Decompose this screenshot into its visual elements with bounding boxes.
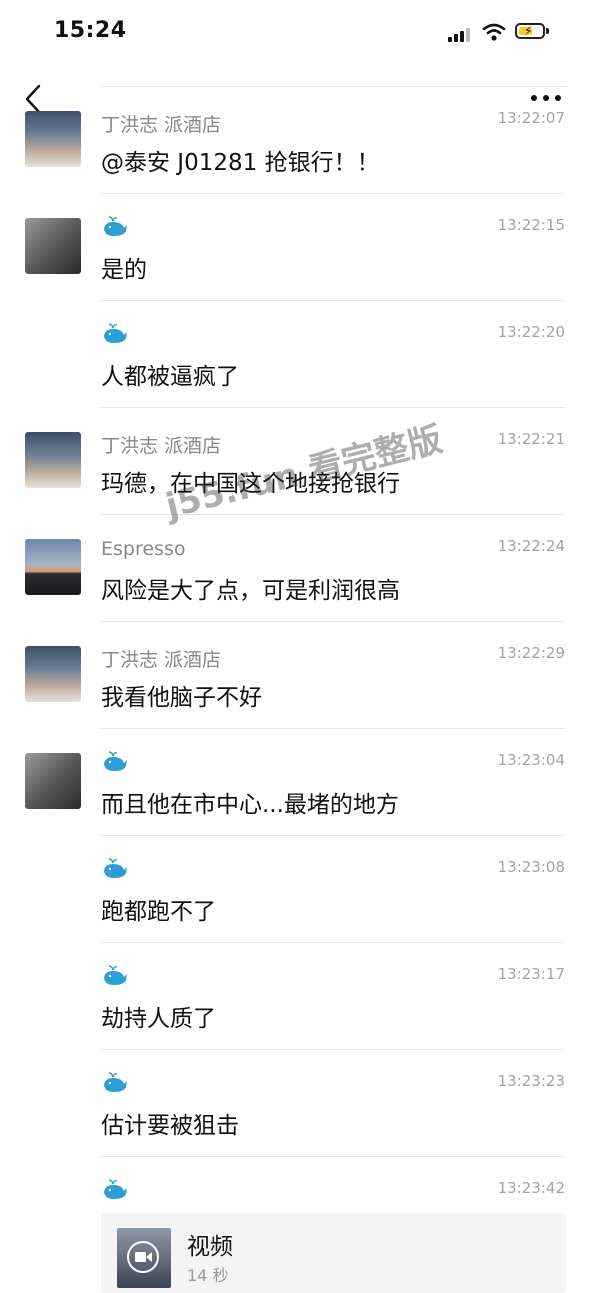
avatar[interactable] [25,432,81,488]
message-time: 13:22:21 [497,430,565,448]
message-time: 13:23:23 [497,1072,565,1090]
message-item[interactable]: Espresso 13:22:24 风险是大了点，可是利润很高 [0,515,591,622]
whale-emoji-icon [104,965,127,985]
message-item[interactable]: 丁洪志 派酒店 13:22:07 @泰安 J01281 抢银行！！ [0,87,591,194]
message-item[interactable]: 13:23:17 劫持人质了 [0,943,591,1050]
whale-emoji-icon [104,1179,127,1199]
message-text: 劫持人质了 [101,1006,216,1032]
message-text: 是的 [101,257,147,283]
video-duration: 14 秒 [187,1266,229,1285]
message-text: 跑都跑不了 [101,899,216,925]
message-text: 估计要被狙击 [101,1113,239,1139]
message-text: @泰安 J01281 抢银行！！ [101,150,380,176]
sender-name: 丁洪志 派酒店 [101,435,222,457]
message-text: 我看他脑子不好 [101,685,262,711]
avatar[interactable] [25,539,81,595]
cellular-signal-icon [448,26,474,42]
video-card[interactable]: 视频 14 秒 [101,1213,566,1293]
whale-emoji-icon [104,323,127,343]
whale-emoji-icon [104,216,127,236]
message-time: 13:23:42 [497,1179,565,1197]
sender-name: 丁洪志 派酒店 [101,114,222,136]
message-text: 而且他在市中心...最堵的地方 [101,792,399,818]
message-item[interactable]: 13:23:04 而且他在市中心...最堵的地方 [0,729,591,836]
video-camera-icon [127,1241,159,1273]
message-time: 13:22:07 [497,109,565,127]
status-time: 15:24 [54,18,127,43]
video-title: 视频 [187,1234,233,1260]
sender-name: Espresso [101,538,186,560]
message-time: 13:23:08 [497,858,565,876]
avatar[interactable] [25,753,81,809]
message-item[interactable]: 13:23:23 估计要被狙击 [0,1050,591,1157]
whale-emoji-icon [104,751,127,771]
avatar[interactable] [25,646,81,702]
message-time: 13:23:04 [497,751,565,769]
message-time: 13:22:15 [497,216,565,234]
message-item[interactable]: 13:22:15 是的 [0,194,591,301]
message-time: 13:22:24 [497,537,565,555]
whale-emoji-icon [104,1072,127,1092]
sender-name: 丁洪志 派酒店 [101,649,222,671]
avatar[interactable] [25,111,81,167]
battery-tip [546,28,549,34]
message-time: 13:23:17 [497,965,565,983]
message-text: 风险是大了点，可是利润很高 [101,578,400,604]
message-time: 13:22:20 [497,323,565,341]
message-item[interactable]: 丁洪志 派酒店 13:22:29 我看他脑子不好 [0,622,591,729]
battery-icon: ⚡ [515,23,545,39]
whale-emoji-icon [104,858,127,878]
video-thumbnail[interactable] [117,1228,171,1288]
message-item[interactable]: 13:22:20 人都被逼疯了 [0,301,591,408]
message-text: 人都被逼疯了 [101,364,239,390]
wifi-icon [482,23,506,41]
message-item[interactable]: 13:23:08 跑都跑不了 [0,836,591,943]
message-time: 13:22:29 [497,644,565,662]
status-bar: 15:24 ⚡ [0,0,591,64]
avatar[interactable] [25,218,81,274]
